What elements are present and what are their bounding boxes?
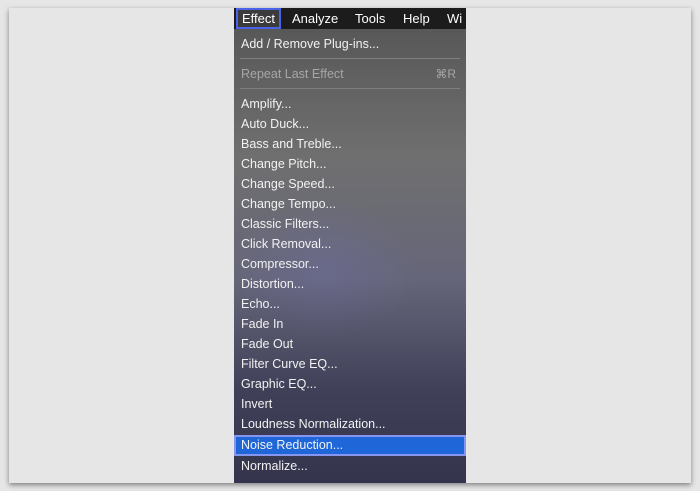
menu-item-label: Classic Filters... bbox=[241, 217, 330, 231]
menu-help[interactable]: Help bbox=[403, 8, 430, 29]
menu-item-label: Graphic EQ... bbox=[241, 377, 317, 391]
menu-separator bbox=[240, 88, 460, 89]
menu-item-repeat-last-effect: Repeat Last Effect ⌘R bbox=[234, 64, 466, 84]
screenshot-frame: Effect Analyze Tools Help Wi Add / Remov… bbox=[9, 8, 691, 483]
menu-analyze[interactable]: Analyze bbox=[292, 8, 338, 29]
menu-item-label: Loudness Normalization... bbox=[241, 417, 386, 431]
menu-item-label: Distortion... bbox=[241, 277, 305, 291]
menu-item-normalize[interactable]: Normalize... bbox=[234, 456, 466, 476]
menu-item-classic-filters[interactable]: Classic Filters... bbox=[234, 214, 466, 234]
menu-item-echo[interactable]: Echo... bbox=[234, 294, 466, 314]
effect-menu-dropdown: Add / Remove Plug-ins... Repeat Last Eff… bbox=[234, 29, 466, 483]
app-screenshot: Effect Analyze Tools Help Wi Add / Remov… bbox=[234, 8, 466, 483]
menu-item-change-pitch[interactable]: Change Pitch... bbox=[234, 154, 466, 174]
menu-item-label: Bass and Treble... bbox=[241, 137, 342, 151]
menu-item-distortion[interactable]: Distortion... bbox=[234, 274, 466, 294]
menu-item-bass-and-treble[interactable]: Bass and Treble... bbox=[234, 134, 466, 154]
menu-item-label: Change Tempo... bbox=[241, 197, 336, 211]
menu-item-filter-curve-eq[interactable]: Filter Curve EQ... bbox=[234, 354, 466, 374]
menu-tools[interactable]: Tools bbox=[355, 8, 385, 29]
menu-item-loudness-normalization[interactable]: Loudness Normalization... bbox=[234, 414, 466, 434]
menu-item-label: Echo... bbox=[241, 297, 280, 311]
menu-item-fade-in[interactable]: Fade In bbox=[234, 314, 466, 334]
menu-item-noise-reduction[interactable]: Noise Reduction... bbox=[234, 435, 466, 456]
menu-item-label: Click Removal... bbox=[241, 237, 332, 251]
menu-separator bbox=[240, 58, 460, 59]
menu-item-label: Normalize... bbox=[241, 459, 308, 473]
menu-item-label: Noise Reduction... bbox=[241, 438, 344, 452]
menu-item-fade-out[interactable]: Fade Out bbox=[234, 334, 466, 354]
menu-effect[interactable]: Effect bbox=[236, 8, 282, 29]
menu-window[interactable]: Wi bbox=[447, 8, 462, 29]
menu-item-compressor[interactable]: Compressor... bbox=[234, 254, 466, 274]
menu-item-change-speed[interactable]: Change Speed... bbox=[234, 174, 466, 194]
menu-item-graphic-eq[interactable]: Graphic EQ... bbox=[234, 374, 466, 394]
menu-item-change-tempo[interactable]: Change Tempo... bbox=[234, 194, 466, 214]
menu-item-label: Compressor... bbox=[241, 257, 319, 271]
menu-item-label: Change Speed... bbox=[241, 177, 335, 191]
menu-item-label: Invert bbox=[241, 397, 273, 411]
menu-item-label: Add / Remove Plug-ins... bbox=[241, 37, 380, 51]
shortcut-label: ⌘R bbox=[435, 67, 456, 81]
menu-item-label: Filter Curve EQ... bbox=[241, 357, 338, 371]
menu-item-label: Amplify... bbox=[241, 97, 292, 111]
menu-item-label: Change Pitch... bbox=[241, 157, 327, 171]
menu-item-label: Repeat Last Effect bbox=[241, 67, 344, 81]
menu-item-add-remove-plugins[interactable]: Add / Remove Plug-ins... bbox=[234, 34, 466, 54]
menu-item-amplify[interactable]: Amplify... bbox=[234, 94, 466, 114]
menu-item-label: Fade Out bbox=[241, 337, 294, 351]
menu-bar: Effect Analyze Tools Help Wi bbox=[234, 8, 466, 29]
menu-item-label: Auto Duck... bbox=[241, 117, 310, 131]
menu-item-auto-duck[interactable]: Auto Duck... bbox=[234, 114, 466, 134]
menu-item-click-removal[interactable]: Click Removal... bbox=[234, 234, 466, 254]
menu-item-label: Fade In bbox=[241, 317, 284, 331]
menu-item-invert[interactable]: Invert bbox=[234, 394, 466, 414]
